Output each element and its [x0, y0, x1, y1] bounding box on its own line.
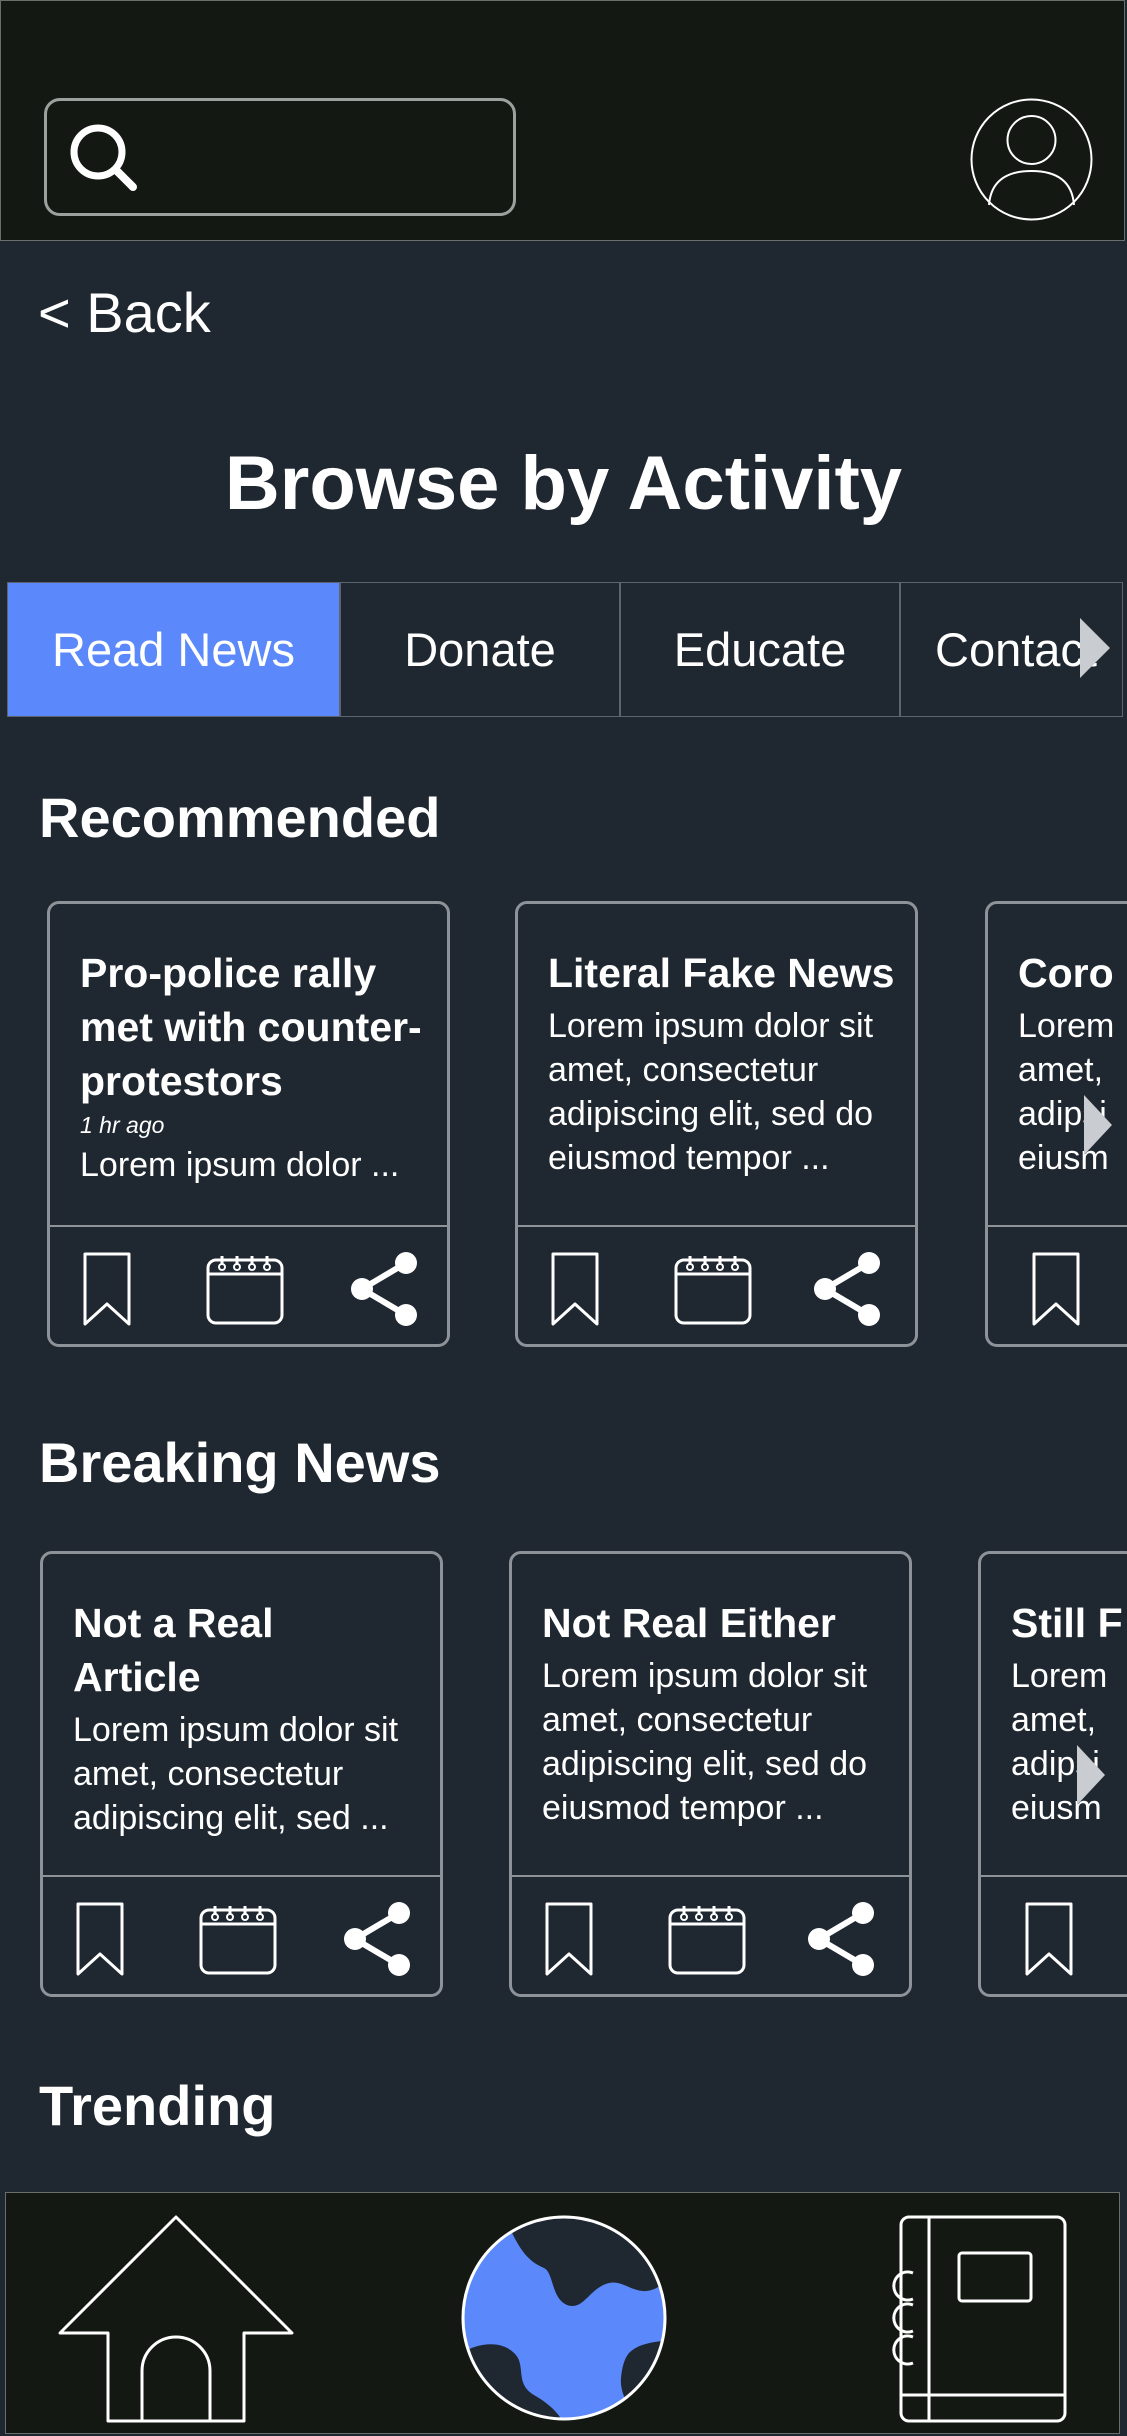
search-icon: [70, 124, 137, 191]
share-icon[interactable]: [348, 1251, 420, 1327]
breaking-scroll-right-arrow[interactable]: [1077, 1745, 1105, 1805]
card-actions: [988, 1225, 1127, 1344]
bookmark-icon[interactable]: [1031, 1251, 1081, 1327]
section-title-recommended: Recommended: [39, 786, 441, 849]
news-card[interactable]: Not Real Either Lorem ipsum dolor sit am…: [509, 1551, 912, 1997]
news-card[interactable]: Not a Real Article Lorem ipsum dolor sit…: [40, 1551, 443, 1997]
bookmark-icon[interactable]: [544, 1901, 594, 1977]
card-title: Coro: [1018, 950, 1114, 996]
card-title: Pro-police rally met with counter- prote…: [80, 950, 422, 1104]
bookmark-icon[interactable]: [75, 1901, 125, 1977]
tab-educate[interactable]: Educate: [621, 583, 901, 716]
card-actions: [981, 1875, 1127, 1994]
back-link[interactable]: < Back: [38, 280, 211, 345]
card-excerpt: Lorem ipsum dolor sit amet, consectetur …: [73, 1711, 399, 1837]
card-title: Not a Real Article: [73, 1600, 274, 1700]
tab-donate[interactable]: Donate: [341, 583, 621, 716]
calendar-icon[interactable]: [205, 1254, 285, 1326]
news-card[interactable]: Literal Fake News Lorem ipsum dolor sit …: [515, 901, 918, 1347]
calendar-icon[interactable]: [198, 1904, 278, 1976]
bookmark-icon[interactable]: [1024, 1901, 1074, 1977]
section-title-breaking-news: Breaking News: [39, 1431, 441, 1494]
card-excerpt: Lorem ipsum dolor sit amet, consectetur …: [542, 1657, 868, 1827]
share-icon[interactable]: [341, 1901, 413, 1977]
tabs-scroll-right-arrow[interactable]: [1080, 618, 1110, 678]
globe-icon[interactable]: [459, 2213, 669, 2423]
bookmark-icon[interactable]: [550, 1251, 600, 1327]
card-actions: [43, 1875, 440, 1994]
card-timestamp: 1 hr ago: [80, 1112, 165, 1138]
card-actions: [512, 1875, 909, 1994]
home-icon[interactable]: [56, 2213, 296, 2425]
user-icon[interactable]: [969, 97, 1094, 222]
share-icon[interactable]: [811, 1251, 883, 1327]
card-excerpt: Lorem ipsum dolor ...: [80, 1146, 400, 1184]
card-excerpt: Lorem amet, adipsi eiusm: [1011, 1657, 1108, 1827]
top-bar: [0, 0, 1125, 241]
card-title: Literal Fake News: [548, 950, 895, 996]
share-icon[interactable]: [805, 1901, 877, 1977]
activity-tabs: Read News Donate Educate Contact: [7, 582, 1123, 717]
notebook-icon[interactable]: [879, 2213, 1069, 2425]
recommended-scroll-right-arrow[interactable]: [1084, 1095, 1112, 1155]
tab-read-news[interactable]: Read News: [8, 583, 341, 716]
calendar-icon[interactable]: [667, 1904, 747, 1976]
card-actions: [50, 1225, 447, 1344]
card-excerpt: Lorem ipsum dolor sit amet, consectetur …: [548, 1007, 874, 1177]
news-card[interactable]: Pro-police rally met with counter- prote…: [47, 901, 450, 1347]
page-title: Browse by Activity: [224, 441, 903, 526]
bookmark-icon[interactable]: [82, 1251, 132, 1327]
card-title: Still F: [1011, 1600, 1123, 1646]
card-actions: [518, 1225, 915, 1344]
bottom-navigation: [5, 2192, 1120, 2434]
search-input[interactable]: [44, 98, 516, 216]
calendar-icon[interactable]: [673, 1254, 753, 1326]
section-title-trending: Trending: [39, 2074, 276, 2137]
card-title: Not Real Either: [542, 1600, 836, 1646]
